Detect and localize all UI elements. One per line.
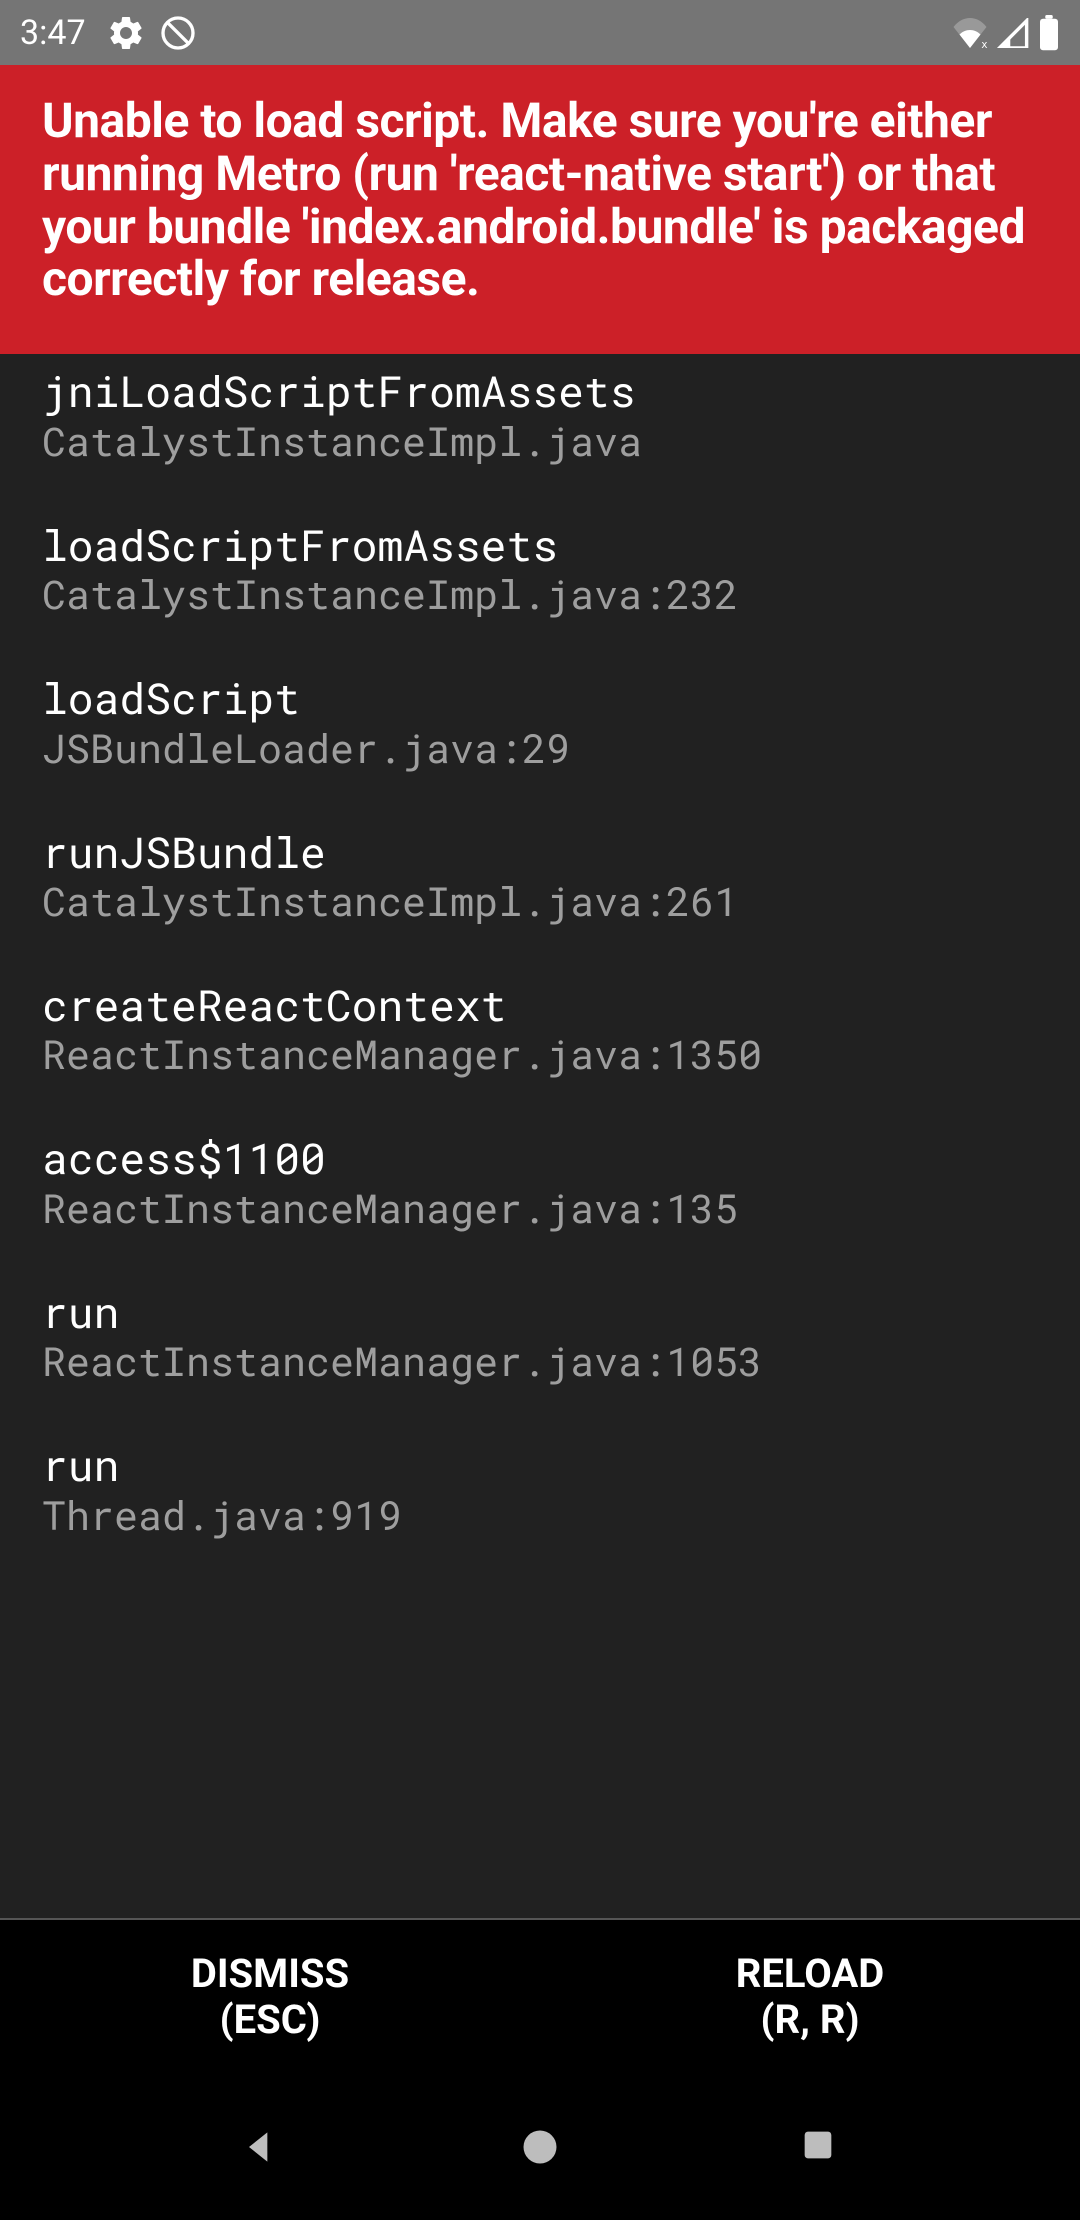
reload-button[interactable]: RELOAD (R, R): [540, 1920, 1080, 2073]
dismiss-shortcut: (ESC): [220, 1997, 321, 2043]
status-clock: 3:47: [20, 13, 86, 53]
stack-location: JSBundleLoader.java:29: [42, 725, 1038, 771]
stack-frame[interactable]: jniLoadScriptFromAssets CatalystInstance…: [42, 366, 1038, 463]
stack-trace[interactable]: jniLoadScriptFromAssets CatalystInstance…: [0, 354, 1080, 1538]
stack-location: CatalystInstanceImpl.java: [42, 418, 1038, 464]
stack-location: Thread.java:919: [42, 1492, 1038, 1538]
stack-frame[interactable]: run Thread.java:919: [42, 1440, 1038, 1537]
stack-method: loadScriptFromAssets: [42, 520, 1038, 569]
stack-method: createReactContext: [42, 980, 1038, 1029]
status-bar-left: 3:47: [20, 13, 198, 53]
status-icons-left: [106, 13, 198, 53]
dismiss-button[interactable]: DISMISS (ESC): [0, 1920, 540, 2073]
stack-frame[interactable]: loadScript JSBundleLoader.java:29: [42, 673, 1038, 770]
cellular-signal-icon: [996, 18, 1030, 48]
wifi-icon: x: [952, 18, 988, 48]
stack-frame[interactable]: run ReactInstanceManager.java:1053: [42, 1287, 1038, 1384]
stack-frame[interactable]: runJSBundle CatalystInstanceImpl.java:26…: [42, 827, 1038, 924]
stack-location: ReactInstanceManager.java:1053: [42, 1338, 1038, 1384]
android-nav-bar: [0, 2073, 1080, 2220]
stack-frame[interactable]: loadScriptFromAssets CatalystInstanceImp…: [42, 520, 1038, 617]
gear-icon: [106, 13, 146, 53]
stack-frame[interactable]: createReactContext ReactInstanceManager.…: [42, 980, 1038, 1077]
stack-method: loadScript: [42, 673, 1038, 722]
android-status-bar: 3:47 x: [0, 0, 1080, 65]
stack-frame[interactable]: access$1100 ReactInstanceManager.java:13…: [42, 1133, 1038, 1230]
stack-location: ReactInstanceManager.java:135: [42, 1185, 1038, 1231]
stack-method: runJSBundle: [42, 827, 1038, 876]
do-not-disturb-icon: [158, 13, 198, 53]
error-header: Unable to load script. Make sure you're …: [0, 65, 1080, 354]
stack-method: run: [42, 1440, 1038, 1489]
battery-icon: [1038, 15, 1060, 51]
action-bar: DISMISS (ESC) RELOAD (R, R): [0, 1918, 1080, 2073]
dismiss-label: DISMISS: [191, 1951, 349, 1997]
stack-method: run: [42, 1287, 1038, 1336]
nav-recents-button[interactable]: [798, 2125, 842, 2169]
nav-back-button[interactable]: [238, 2125, 282, 2169]
nav-home-button[interactable]: [518, 2125, 562, 2169]
stack-method: access$1100: [42, 1133, 1038, 1182]
error-message: Unable to load script. Make sure you're …: [42, 95, 1038, 306]
stack-location: CatalystInstanceImpl.java:261: [42, 878, 1038, 924]
stack-location: CatalystInstanceImpl.java:232: [42, 571, 1038, 617]
reload-shortcut: (R, R): [760, 1997, 859, 2043]
stack-location: ReactInstanceManager.java:1350: [42, 1031, 1038, 1077]
reload-label: RELOAD: [736, 1951, 885, 1997]
stack-method: jniLoadScriptFromAssets: [42, 366, 1038, 415]
svg-text:x: x: [981, 39, 987, 48]
status-bar-right: x: [952, 15, 1060, 51]
